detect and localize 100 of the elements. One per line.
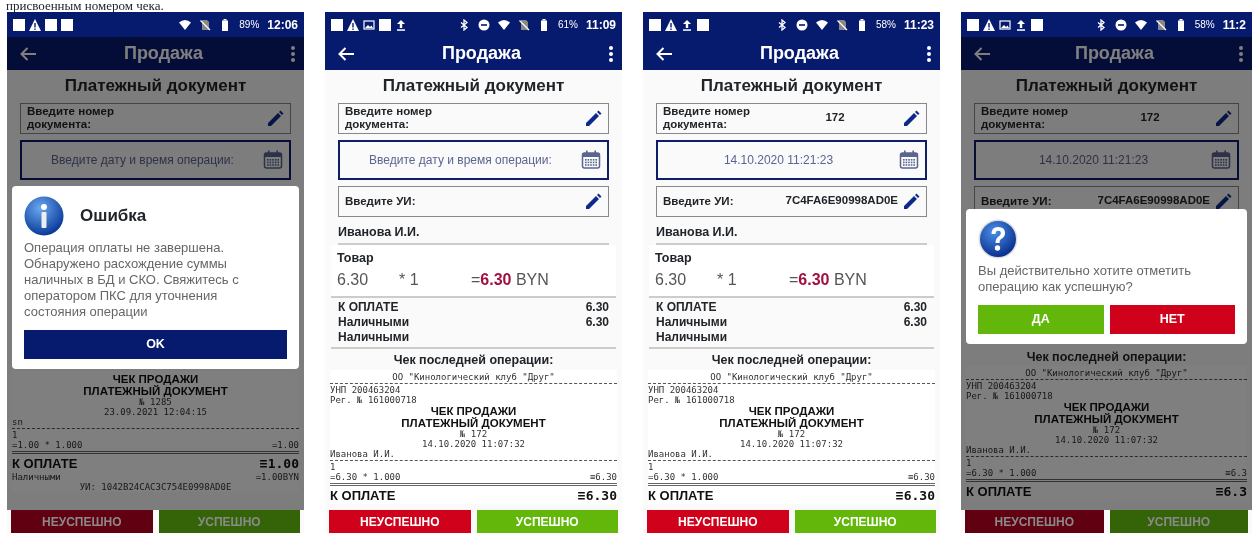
input-field[interactable]: Введите УИ: xyxy=(338,185,609,217)
action-button[interactable]: УСПЕШНО xyxy=(476,510,618,533)
notification-square-icon xyxy=(45,18,57,31)
receipt-amount: =1.00 xyxy=(271,439,299,450)
total-label: Наличными xyxy=(338,315,410,330)
pencil-icon[interactable] xyxy=(1214,192,1232,210)
action-button[interactable]: НЕУСПЕШНО xyxy=(965,510,1104,533)
calendar-icon[interactable] xyxy=(263,149,283,169)
field-value: 172 xyxy=(1139,110,1161,126)
calendar-icon[interactable] xyxy=(1211,149,1231,169)
total-label: К ОПЛАТЕ xyxy=(656,300,717,315)
receipt-text: =6.30 * 1.000 xyxy=(330,471,401,482)
battery-percent: 58% xyxy=(1194,18,1215,32)
pencil-icon[interactable] xyxy=(902,109,920,127)
total-amount: 6.30 xyxy=(903,300,927,315)
total-label: К ОПЛАТЕ xyxy=(338,300,399,315)
total-label: Наличными xyxy=(656,330,728,345)
more-menu-icon[interactable] xyxy=(608,44,614,63)
no-sim-icon xyxy=(1154,18,1167,31)
info-icon xyxy=(24,195,64,236)
product-quantity: * 1 xyxy=(717,270,738,290)
pencil-icon[interactable] xyxy=(584,192,602,210)
date-field[interactable]: 14.10.2020 11:21:23 xyxy=(656,139,927,180)
action-button[interactable]: НЕУСПЕШНО xyxy=(11,510,153,533)
calendar-icon[interactable] xyxy=(581,149,601,169)
receipt-text: Наличными xyxy=(12,471,61,482)
field-label: Введите номер документа: xyxy=(27,105,115,131)
field-label: Введите УИ: xyxy=(663,194,734,208)
battery-percent: 89% xyxy=(239,18,260,32)
receipt-text: К ОПЛАТЕ xyxy=(648,487,714,504)
back-arrow-icon[interactable] xyxy=(655,45,673,62)
upload-icon xyxy=(395,18,407,31)
field-value: 7C4FA6E90998AD0E xyxy=(1096,193,1210,209)
field-label: Введите УИ: xyxy=(981,194,1052,208)
receipt-line: 14.10.2020 11:07:32 xyxy=(739,438,844,449)
dialog-button[interactable]: НЕТ xyxy=(1109,304,1235,334)
dialog-button[interactable]: OK xyxy=(24,329,287,359)
wifi-icon xyxy=(1134,18,1147,31)
question-mark-icon xyxy=(978,218,1018,259)
receipt-line: ЧЕК ПРОДАЖИ xyxy=(747,404,836,417)
wifi-icon xyxy=(497,18,510,31)
notification-square-icon xyxy=(967,18,979,31)
input-field[interactable]: Введите УИ: 7C4FA6E90998AD0E xyxy=(656,185,927,217)
input-field[interactable]: Введите номер документа: xyxy=(20,102,291,134)
receipt-line: 1 xyxy=(12,429,19,440)
pencil-icon[interactable] xyxy=(902,192,920,210)
receipt-amount: ≡6.3 xyxy=(1215,484,1247,501)
screen-title: Продажа xyxy=(759,42,840,65)
do-not-disturb-icon xyxy=(795,18,808,31)
receipt-amount: ≡6.3 xyxy=(1225,468,1247,479)
dialog-message: Операция оплаты не завершена. Обнаружено расхождение суммы наличных в БД и СКО. Свяжитесь с оператором ПКС для уточнения состояния операции xyxy=(24,239,240,320)
more-menu-icon[interactable] xyxy=(926,44,932,63)
date-field[interactable]: Введите дату и время операции: xyxy=(338,139,609,180)
back-arrow-icon[interactable] xyxy=(337,45,355,62)
date-field[interactable]: Введите дату и время операции: xyxy=(20,139,291,180)
receipt-line: № 1285 xyxy=(138,396,172,407)
notification-square-icon xyxy=(697,18,709,31)
dialog-title: Ошибка xyxy=(80,204,147,227)
wifi-icon xyxy=(815,18,828,31)
receipt-amount: =1.00BYN xyxy=(255,471,299,482)
receipt-line: sn xyxy=(12,416,24,427)
pencil-icon[interactable] xyxy=(584,109,602,127)
field-label: Введите номер документа: xyxy=(663,105,751,131)
date-field[interactable]: 14.10.2020 11:21:23 xyxy=(974,139,1239,180)
receipt-line: ОО "Кинологический клуб "Друг" xyxy=(1024,368,1189,379)
action-button[interactable]: УСПЕШНО xyxy=(794,510,936,533)
receipt-line: ЧЕК ПРОДАЖИ xyxy=(111,372,200,385)
field-label: Введите номер документа: xyxy=(345,105,433,131)
receipt-text: К ОПЛАТЕ xyxy=(330,487,396,504)
warning-icon xyxy=(29,18,41,31)
receipt-line: 1 xyxy=(330,461,337,472)
receipt-text: К ОПЛАТЕ xyxy=(12,455,78,472)
notification-square-icon xyxy=(649,18,661,31)
screen-heading: Платежный документ xyxy=(1014,75,1199,97)
receipt-line: 23.09.2021 12:04:15 xyxy=(103,406,208,417)
battery-percent: 61% xyxy=(557,18,578,32)
action-button[interactable]: НЕУСПЕШНО xyxy=(329,510,471,533)
screen-heading: Платежный документ xyxy=(699,75,884,97)
section-heading: Чек последней операции: xyxy=(392,352,555,369)
receipt-line: УНП 200463204 xyxy=(330,384,402,395)
input-field[interactable]: Введите номер документа: xyxy=(338,102,609,134)
action-button[interactable]: НЕУСПЕШНО xyxy=(647,510,789,533)
notification-square-icon xyxy=(13,18,25,31)
dialog-button[interactable]: ДА xyxy=(978,304,1104,334)
receipt-text: =6.30 * 1.000 xyxy=(648,471,719,482)
input-field[interactable]: Введите номер документа: 172 xyxy=(974,102,1239,134)
receipt-amount: ≡6.30 xyxy=(577,487,617,504)
calendar-icon[interactable] xyxy=(899,149,919,169)
input-field[interactable]: Введите номер документа: 172 xyxy=(656,102,927,134)
receipt-line: № 172 xyxy=(776,428,806,439)
clock-time: 11:23 xyxy=(903,16,934,34)
product-name: Товар xyxy=(337,250,375,268)
product-name: Товар xyxy=(655,250,693,268)
receipt-line: ЧЕК ПРОДАЖИ xyxy=(429,404,518,417)
screen-title: Продажа xyxy=(123,42,204,65)
screen-title: Продажа xyxy=(441,42,522,65)
upload-icon xyxy=(1015,18,1027,31)
no-sim-icon xyxy=(199,18,212,31)
receipt-line: ПЛАТЕЖНЫЙ ДОКУМЕНТ xyxy=(718,416,865,429)
image-icon xyxy=(363,18,375,31)
